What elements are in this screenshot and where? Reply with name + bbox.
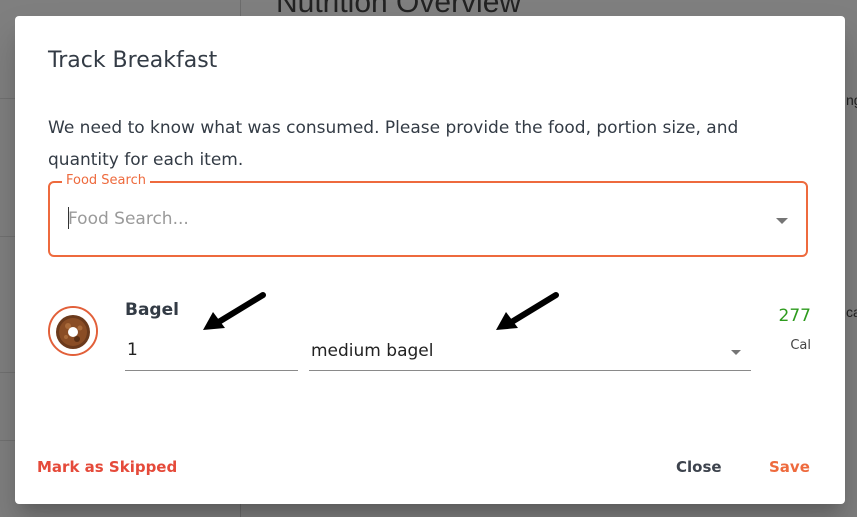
calorie-value: 277 [778, 306, 811, 326]
food-search-label: Food Search [62, 173, 150, 189]
quantity-value[interactable]: 1 [127, 340, 138, 360]
chevron-down-icon[interactable] [731, 350, 741, 355]
annotation-arrow-icon [203, 292, 266, 330]
bagel-icon [50, 308, 96, 354]
food-item-name: Bagel [125, 300, 179, 320]
track-breakfast-dialog: Track Breakfast We need to know what was… [15, 16, 845, 504]
annotation-arrow-icon [496, 292, 559, 330]
portion-size-select[interactable]: medium bagel [309, 336, 751, 371]
food-search-input[interactable] [68, 205, 748, 233]
dialog-title: Track Breakfast [48, 48, 218, 73]
food-search-field[interactable]: Food Search [48, 173, 808, 257]
mark-as-skipped-button[interactable]: Mark as Skipped [37, 458, 177, 476]
dialog-description: We need to know what was consumed. Pleas… [48, 118, 739, 170]
calorie-unit: Cal [790, 338, 811, 353]
quantity-field[interactable]: 1 [125, 336, 298, 371]
chevron-down-icon[interactable] [776, 218, 788, 224]
bagel-image [48, 306, 98, 356]
close-button[interactable]: Close [676, 458, 722, 476]
portion-size-value[interactable]: medium bagel [311, 341, 433, 361]
save-button[interactable]: Save [769, 458, 810, 476]
text-cursor [68, 207, 69, 229]
